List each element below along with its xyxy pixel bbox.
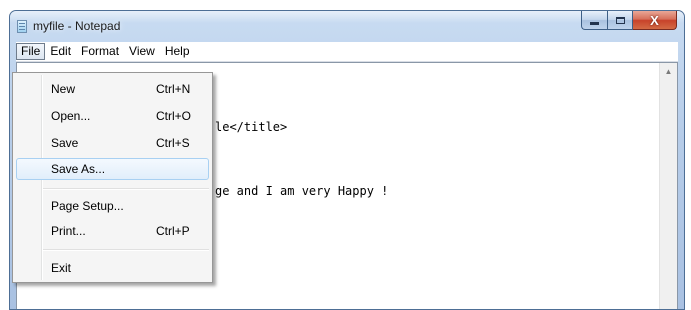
vertical-scrollbar[interactable]: ▲	[659, 63, 677, 309]
editor-line: ge and I am very Happy !	[215, 184, 389, 198]
menu-separator	[43, 249, 209, 251]
menu-file[interactable]: File	[16, 43, 46, 60]
menu-help[interactable]: Help	[160, 43, 195, 60]
menu-item-label: Save As...	[51, 162, 106, 176]
menu-item-new[interactable]: New Ctrl+N	[16, 78, 209, 100]
editor-line: le</title>	[215, 120, 288, 134]
menu-edit[interactable]: Edit	[45, 43, 76, 60]
menu-format[interactable]: Format	[76, 43, 124, 60]
caption-buttons: X	[581, 11, 677, 31]
menu-item-save-as[interactable]: Save As...	[16, 158, 209, 180]
menu-item-label: Open...	[51, 109, 91, 123]
menu-item-shortcut: Ctrl+N	[156, 82, 191, 96]
maximize-icon	[615, 16, 625, 24]
title-bar[interactable]: myfile - Notepad X	[10, 11, 684, 41]
menu-item-label: New	[51, 82, 76, 96]
file-menu-dropdown: New Ctrl+N Open... Ctrl+O Save Ctrl+S Sa…	[12, 72, 213, 283]
notepad-icon[interactable]	[17, 20, 27, 33]
menu-item-page-setup[interactable]: Page Setup...	[16, 195, 209, 217]
menu-item-exit[interactable]: Exit	[16, 257, 209, 279]
menu-item-shortcut: Ctrl+O	[156, 109, 192, 123]
menu-item-label: Save	[51, 136, 79, 150]
menu-view[interactable]: View	[124, 43, 160, 60]
close-button[interactable]: X	[633, 11, 677, 30]
menu-separator	[43, 188, 209, 190]
menu-item-save[interactable]: Save Ctrl+S	[16, 132, 209, 154]
menu-item-open[interactable]: Open... Ctrl+O	[16, 105, 209, 127]
minimize-button[interactable]	[581, 11, 607, 30]
menu-item-label: Exit	[51, 261, 72, 275]
close-icon: X	[650, 12, 659, 28]
window-title: myfile - Notepad	[33, 19, 121, 33]
maximize-button[interactable]	[607, 11, 633, 30]
menu-item-shortcut: Ctrl+P	[156, 224, 190, 238]
scroll-up-icon[interactable]: ▲	[660, 63, 677, 80]
menu-item-label: Page Setup...	[51, 199, 124, 213]
minimize-icon	[590, 21, 599, 25]
menu-item-shortcut: Ctrl+S	[156, 136, 190, 150]
menu-item-print[interactable]: Print... Ctrl+P	[16, 220, 209, 242]
menu-bar: File Edit Format View Help	[16, 42, 678, 62]
menu-item-label: Print...	[51, 224, 86, 238]
